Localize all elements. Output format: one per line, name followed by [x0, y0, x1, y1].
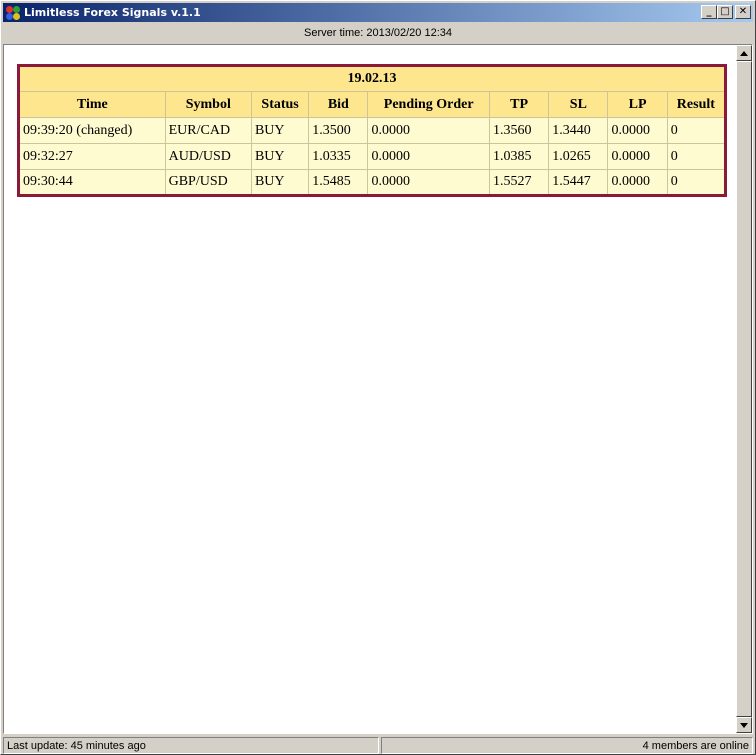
signals-table: 19.02.13 Time Symbol Status Bid Pending … [17, 64, 727, 197]
cell-symbol: EUR/CAD [164, 117, 252, 144]
minimize-button[interactable]: _ [701, 5, 717, 19]
date-header: 19.02.13 [18, 65, 726, 92]
column-header-tp: TP [488, 91, 550, 118]
close-button[interactable]: ✕ [735, 5, 751, 19]
cell-status: BUY [250, 117, 310, 144]
app-window: Limitless Forex Signals v.1.1 _ □ ✕ Serv… [0, 0, 756, 755]
cell-bid: 1.5485 [308, 169, 369, 196]
scroll-thumb[interactable] [736, 61, 752, 717]
cell-bid: 1.0335 [308, 143, 369, 170]
app-icon[interactable] [6, 5, 20, 20]
column-header-lp: LP [607, 91, 668, 118]
cell-result: 0 [666, 143, 727, 170]
column-header-result: Result [666, 91, 727, 118]
status-last-update: Last update: 45 minutes ago [3, 737, 379, 754]
cell-symbol: GBP/USD [164, 169, 252, 196]
column-header-bid: Bid [308, 91, 369, 118]
status-bar: Last update: 45 minutes ago 4 members ar… [3, 737, 753, 754]
column-header-time: Time [18, 91, 166, 118]
cell-tp: 1.0385 [488, 143, 550, 170]
column-header-status: Status [250, 91, 310, 118]
signals-panel: 19.02.13 Time Symbol Status Bid Pending … [3, 44, 753, 734]
cell-bid: 1.3500 [308, 117, 369, 144]
table-row[interactable]: 09:30:44 GBP/USD BUY 1.5485 0.0000 1.552… [18, 169, 727, 196]
column-header-symbol: Symbol [164, 91, 252, 118]
arrow-down-icon [740, 722, 748, 728]
cell-tp: 1.5527 [488, 169, 550, 196]
cell-status: BUY [250, 169, 310, 196]
maximize-button[interactable]: □ [717, 5, 733, 19]
column-header-sl: SL [548, 91, 609, 118]
window-title: Limitless Forex Signals v.1.1 [24, 6, 201, 19]
cell-time: 09:32:27 [18, 143, 166, 170]
vertical-scrollbar[interactable] [736, 45, 752, 733]
cell-pending-order: 0.0000 [367, 169, 490, 196]
cell-lp: 0.0000 [607, 117, 668, 144]
table-row[interactable]: 09:39:20 (changed) EUR/CAD BUY 1.3500 0.… [18, 117, 727, 144]
status-members-online: 4 members are online [381, 737, 753, 754]
date-row: 19.02.13 [18, 65, 726, 92]
cell-sl: 1.3440 [548, 117, 609, 144]
column-header-row: Time Symbol Status Bid Pending Order TP … [18, 91, 727, 118]
cell-result: 0 [666, 169, 727, 196]
cell-result: 0 [666, 117, 727, 144]
window-controls: _ □ ✕ [701, 5, 751, 19]
cell-sl: 1.5447 [548, 169, 609, 196]
cell-time: 09:39:20 (changed) [18, 117, 166, 144]
server-time-bar: Server time: 2013/02/20 12:34 [3, 24, 753, 42]
cell-symbol: AUD/USD [164, 143, 252, 170]
cell-lp: 0.0000 [607, 143, 668, 170]
cell-tp: 1.3560 [488, 117, 550, 144]
cell-sl: 1.0265 [548, 143, 609, 170]
cell-pending-order: 0.0000 [367, 117, 490, 144]
table-row[interactable]: 09:32:27 AUD/USD BUY 1.0335 0.0000 1.038… [18, 143, 727, 170]
cell-status: BUY [250, 143, 310, 170]
server-time-label: Server time: 2013/02/20 12:34 [304, 27, 452, 39]
scroll-up-button[interactable] [736, 45, 752, 61]
scroll-down-button[interactable] [736, 717, 752, 733]
column-header-pending-order: Pending Order [367, 91, 490, 118]
arrow-up-icon [740, 50, 748, 56]
cell-lp: 0.0000 [607, 169, 668, 196]
cell-time: 09:30:44 [18, 169, 166, 196]
cell-pending-order: 0.0000 [367, 143, 490, 170]
title-bar[interactable]: Limitless Forex Signals v.1.1 _ □ ✕ [3, 3, 753, 22]
